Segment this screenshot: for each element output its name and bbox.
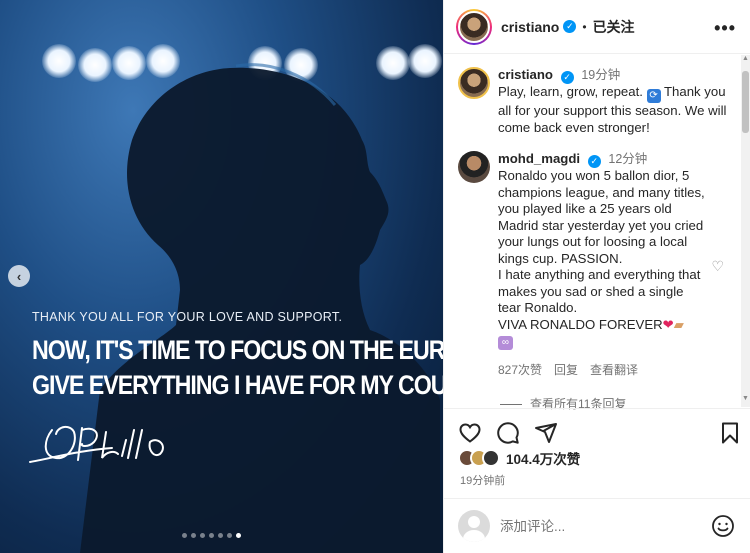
comments-scrollbar[interactable]: ▲ ▼ bbox=[741, 55, 750, 407]
heart-emoji-icon: ❤ bbox=[662, 316, 674, 332]
carousel-dot[interactable] bbox=[182, 533, 187, 538]
like-comment-heart-icon[interactable]: ♡ bbox=[711, 258, 724, 275]
likes-count[interactable]: 104.4万次赞 bbox=[506, 448, 580, 468]
comment-username[interactable]: cristiano bbox=[498, 67, 553, 82]
comment-meta: 827次赞 回复 查看翻译 bbox=[498, 362, 708, 379]
comment-username[interactable]: mohd_magdi bbox=[498, 151, 580, 166]
likes-summary: 104.4万次赞 bbox=[458, 448, 580, 468]
comments-list[interactable]: cristiano ✓ 19分钟 Play, learn, grow, repe… bbox=[444, 55, 744, 407]
repeat-emoji-icon: ⟳ bbox=[646, 89, 661, 103]
author-username[interactable]: cristiano bbox=[501, 19, 559, 35]
like-heart-icon[interactable] bbox=[458, 421, 482, 445]
comment-bubble-icon[interactable] bbox=[496, 421, 520, 445]
scroll-up-icon[interactable]: ▲ bbox=[741, 55, 750, 67]
reply-button[interactable]: 回复 bbox=[554, 362, 578, 379]
bandage-emoji-icon: ▰ bbox=[673, 316, 684, 332]
post-side-panel: cristiano ✓ • 已关注 ••• cristiano ✓ 19分钟 P… bbox=[443, 0, 750, 553]
current-user-avatar bbox=[458, 510, 490, 542]
carousel-dots bbox=[182, 533, 241, 538]
caption-comment: cristiano ✓ 19分钟 Play, learn, grow, repe… bbox=[444, 55, 744, 136]
commenter-avatar[interactable] bbox=[458, 151, 490, 183]
previous-slide-button[interactable]: ‹ bbox=[8, 265, 30, 287]
comment-time: 12分钟 bbox=[608, 152, 648, 166]
carousel-dot[interactable] bbox=[209, 533, 214, 538]
emoji-picker-icon[interactable] bbox=[711, 514, 735, 538]
comment-text: Ronaldo you won 5 ballon dior, 5 champio… bbox=[498, 168, 705, 332]
carousel-dot[interactable] bbox=[236, 533, 241, 538]
more-options-icon[interactable]: ••• bbox=[714, 18, 736, 39]
save-bookmark-icon[interactable] bbox=[718, 421, 742, 445]
comment-likes[interactable]: 827次赞 bbox=[498, 362, 542, 379]
post-header: cristiano ✓ • 已关注 ••• bbox=[444, 0, 750, 54]
scroll-down-icon[interactable]: ▼ bbox=[741, 395, 750, 407]
signature-graphic bbox=[29, 426, 164, 463]
separator: • bbox=[582, 19, 587, 34]
comment-time: 19分钟 bbox=[581, 68, 621, 82]
verified-badge-icon: ✓ bbox=[563, 20, 577, 33]
following-button[interactable]: 已关注 bbox=[593, 17, 635, 37]
post-image: ‹ THANK YOU ALL FOR YOUR LOVE AND SUPPOR… bbox=[0, 0, 443, 553]
player-silhouette bbox=[80, 63, 440, 553]
comment-body: cristiano ✓ 19分钟 Play, learn, grow, repe… bbox=[498, 67, 730, 136]
image-caption-small: THANK YOU ALL FOR YOUR LOVE AND SUPPORT. bbox=[32, 310, 343, 324]
translate-button[interactable]: 查看翻译 bbox=[590, 362, 638, 379]
comment-input[interactable] bbox=[500, 518, 700, 534]
author-avatar[interactable] bbox=[456, 8, 492, 45]
infinity-emoji-icon: ∞ bbox=[498, 336, 513, 350]
comment-text-part: Play, learn, grow, repeat. bbox=[498, 84, 647, 99]
verified-badge-icon: ✓ bbox=[560, 71, 574, 84]
headline-line-2: GIVE EVERYTHING I HAVE FOR MY COUNTRY. bbox=[32, 370, 443, 400]
add-comment-bar bbox=[444, 498, 750, 553]
verified-badge-icon: ✓ bbox=[587, 155, 601, 168]
carousel-dot[interactable] bbox=[227, 533, 232, 538]
comment-item: mohd_magdi ✓ 12分钟 Ronaldo you won 5 ball… bbox=[444, 136, 744, 379]
post-timestamp: 19分钟前 bbox=[460, 475, 506, 487]
scrollbar-thumb[interactable] bbox=[742, 71, 749, 133]
comment-body: mohd_magdi ✓ 12分钟 Ronaldo you won 5 ball… bbox=[498, 151, 708, 379]
liker-avatar bbox=[482, 449, 500, 467]
author-avatar[interactable] bbox=[458, 67, 490, 99]
carousel-dot[interactable] bbox=[218, 533, 223, 538]
carousel-dot[interactable] bbox=[200, 533, 205, 538]
image-caption-headline: NOW, IT'S TIME TO FOCUS ON THE EURO AND … bbox=[32, 333, 443, 403]
headline-line-1: NOW, IT'S TIME TO FOCUS ON THE EURO AND bbox=[32, 335, 443, 365]
carousel-dot[interactable] bbox=[191, 533, 196, 538]
share-send-icon[interactable] bbox=[534, 421, 558, 445]
